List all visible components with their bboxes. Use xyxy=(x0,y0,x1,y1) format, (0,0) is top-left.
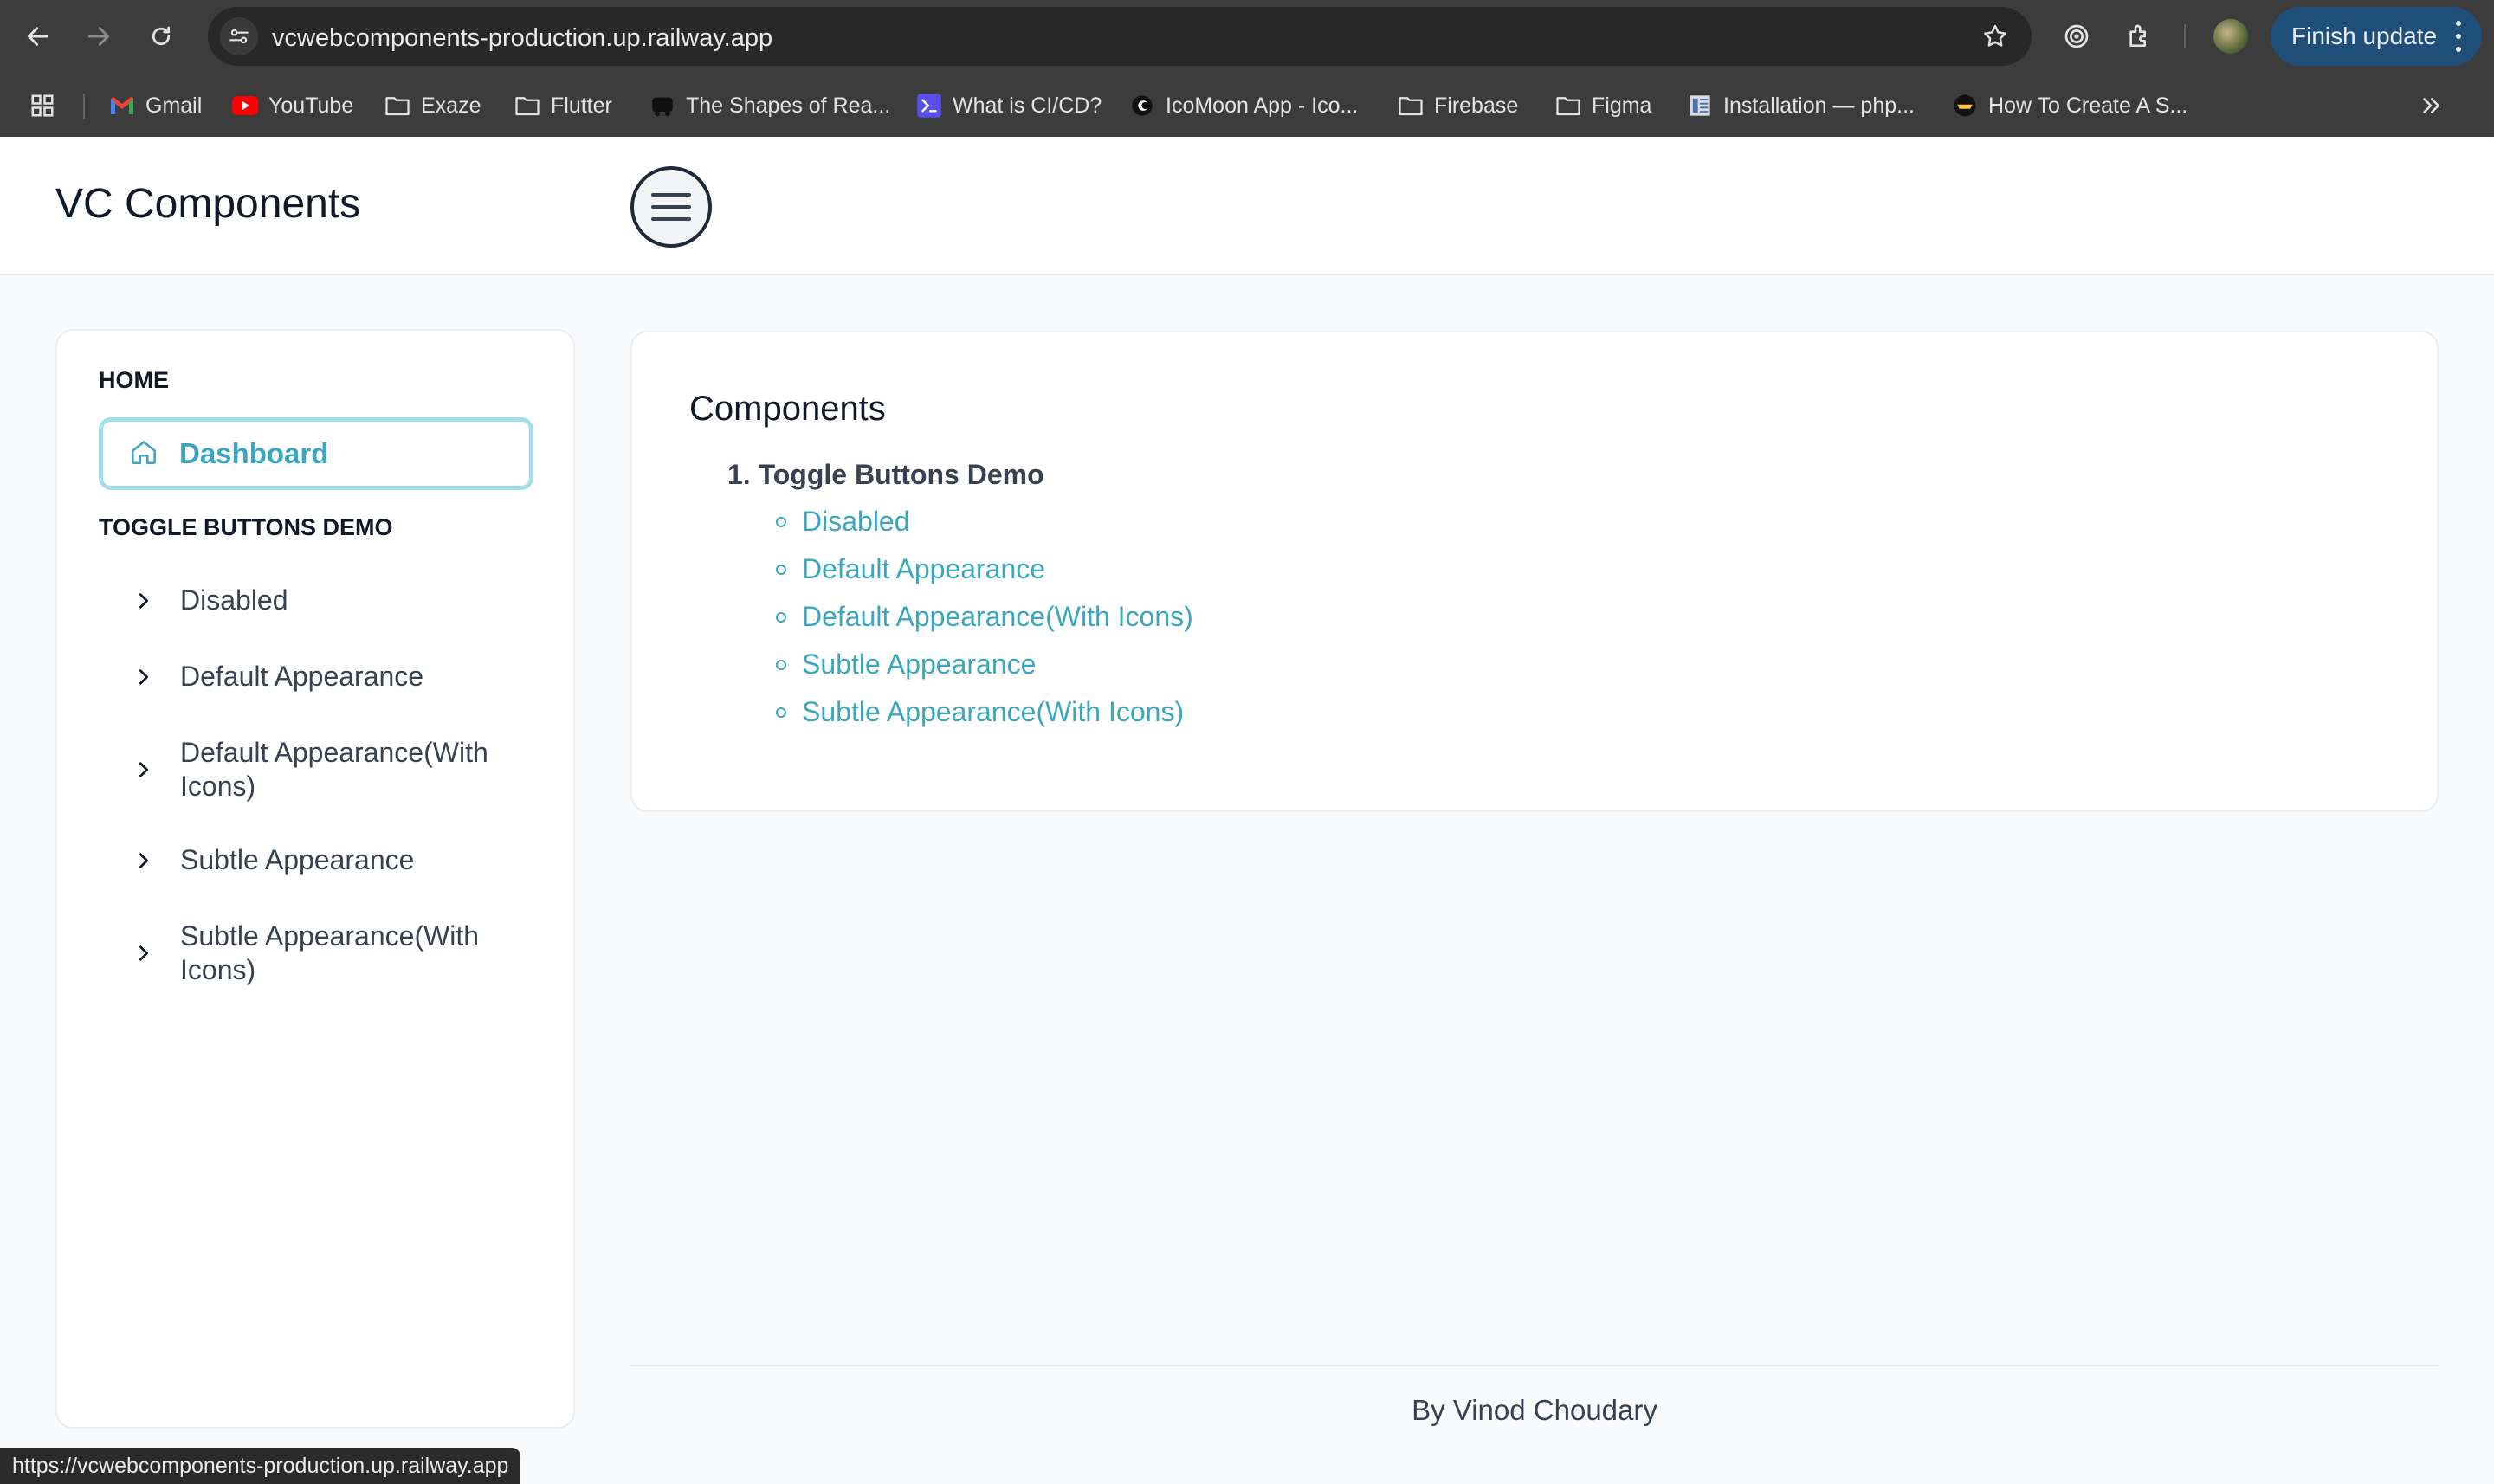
bookmark-label: The Shapes of Rea... xyxy=(686,93,891,118)
folder-icon xyxy=(1555,93,1581,119)
site-icon xyxy=(1952,93,1978,119)
reload-icon[interactable] xyxy=(142,17,180,55)
folder-icon xyxy=(384,93,410,119)
footer-credit: By Vinod Choudary xyxy=(1412,1394,1657,1426)
bullet-icon xyxy=(776,612,786,623)
profile-avatar[interactable] xyxy=(2213,19,2248,54)
bullet-icon xyxy=(776,517,786,527)
link-label: Default Appearance(With Icons) xyxy=(802,601,1193,632)
link-default-appearance[interactable]: Default Appearance xyxy=(776,553,1046,585)
doc-icon xyxy=(1687,93,1713,119)
bookmark-label: Exaze xyxy=(421,93,481,118)
extensions-icon[interactable] xyxy=(2120,17,2158,55)
bookmark-how-to[interactable]: How To Create A S... xyxy=(1952,90,2187,121)
components-card: Components 1. Toggle Buttons Demo Disabl… xyxy=(630,331,2439,812)
gmail-icon xyxy=(109,93,135,119)
bookmarks-bar: Gmail YouTube Exaze Flutter The Shapes o… xyxy=(0,73,2494,137)
page-title: Components xyxy=(689,390,886,428)
bookmark-label: What is CI/CD? xyxy=(953,93,1102,118)
apps-icon[interactable] xyxy=(29,90,55,121)
bullet-icon xyxy=(776,660,786,670)
bookmark-label: Figma xyxy=(1592,93,1652,118)
bullet-icon xyxy=(776,565,786,575)
bookmark-figma[interactable]: Figma xyxy=(1555,90,1651,121)
sidebar-item-dashboard[interactable]: Dashboard xyxy=(99,417,533,490)
finish-update-button[interactable]: Finish update xyxy=(2271,7,2482,66)
link-subtle-appearance-icons[interactable]: Subtle Appearance(With Icons) xyxy=(776,696,1185,728)
lens-icon[interactable] xyxy=(2058,17,2096,55)
more-bookmarks-icon[interactable] xyxy=(2418,90,2444,121)
bookmark-icomoon[interactable]: IcoMoon App - Ico... xyxy=(1129,90,1358,121)
link-default-appearance-icons[interactable]: Default Appearance(With Icons) xyxy=(776,601,1193,633)
address-bar[interactable]: vcwebcomponents-production.up.railway.ap… xyxy=(208,7,2032,66)
link-label: Subtle Appearance xyxy=(802,648,1037,680)
folder-icon xyxy=(514,93,540,119)
bookmark-star-icon[interactable] xyxy=(1978,19,2013,54)
bookmark-label: How To Create A S... xyxy=(1988,93,2188,118)
sidebar-item-label: Default Appearance xyxy=(180,661,424,692)
bookmark-firebase[interactable]: Firebase xyxy=(1398,90,1518,121)
icomoon-icon xyxy=(1129,93,1155,119)
sidebar-item-label: Disabled xyxy=(180,584,288,616)
bookmark-shapes[interactable]: The Shapes of Rea... xyxy=(649,90,890,121)
bookmark-gmail[interactable]: Gmail xyxy=(109,90,202,121)
youtube-icon xyxy=(232,93,258,119)
sidebar-item-label: Subtle Appearance(With Icons) xyxy=(180,920,480,985)
site-info-icon[interactable] xyxy=(220,17,258,55)
finish-update-label: Finish update xyxy=(2291,23,2438,49)
bookmark-youtube[interactable]: YouTube xyxy=(232,90,353,121)
chevron-right-icon xyxy=(133,850,154,871)
folder-icon xyxy=(1398,93,1424,119)
url-text: vcwebcomponents-production.up.railway.ap… xyxy=(272,24,773,52)
chevron-right-icon xyxy=(133,943,154,964)
link-label: Subtle Appearance(With Icons) xyxy=(802,696,1185,727)
bookmark-flutter[interactable]: Flutter xyxy=(514,90,612,121)
bookmark-exaze[interactable]: Exaze xyxy=(384,90,481,121)
site-brand[interactable]: VC Components xyxy=(55,180,360,228)
sidebar-item-default-appearance-icons[interactable]: Default Appearance(With Icons) xyxy=(133,736,532,803)
sidebar-item-label: Subtle Appearance xyxy=(180,844,415,875)
link-label: Disabled xyxy=(802,506,910,537)
sidebar-item-subtle-appearance-icons[interactable]: Subtle Appearance(With Icons) xyxy=(133,919,532,987)
forward-icon[interactable] xyxy=(80,17,118,55)
menu-toggle-button[interactable] xyxy=(630,166,712,248)
bookmark-label: Flutter xyxy=(551,93,612,118)
sidebar-section-home: HOME xyxy=(99,367,169,393)
chevron-right-icon xyxy=(133,590,154,611)
bookmark-label: YouTube xyxy=(268,93,354,118)
sidebar-item-label: Dashboard xyxy=(179,437,329,469)
bookmark-label: Firebase xyxy=(1434,93,1519,118)
sidebar-section-toggle-demo: TOGGLE BUTTONS DEMO xyxy=(99,514,393,540)
back-icon[interactable] xyxy=(19,17,57,55)
sidebar-item-label: Default Appearance(With Icons) xyxy=(180,737,488,802)
chevron-right-icon xyxy=(133,759,154,780)
bookmark-installation[interactable]: Installation — php... xyxy=(1687,90,1915,121)
more-menu-icon[interactable] xyxy=(2456,21,2461,52)
sidebar: HOME Dashboard TOGGLE BUTTONS DEMO Disab… xyxy=(55,329,575,1429)
link-label: Default Appearance xyxy=(802,553,1046,584)
hamburger-icon xyxy=(651,193,691,197)
bookmark-label: Installation — php... xyxy=(1723,93,1915,118)
site-icon xyxy=(649,93,675,119)
link-disabled[interactable]: Disabled xyxy=(776,506,910,538)
footer-divider xyxy=(630,1365,2439,1366)
status-bar-url: https://vcwebcomponents-production.up.ra… xyxy=(0,1448,521,1484)
browser-toolbar: vcwebcomponents-production.up.railway.ap… xyxy=(0,0,2494,73)
bookmark-label: IcoMoon App - Ico... xyxy=(1166,93,1359,118)
toolbar-divider xyxy=(2184,24,2186,48)
site-header: VC Components xyxy=(0,137,2494,275)
chevron-right-icon xyxy=(133,667,154,687)
terminal-icon xyxy=(916,93,942,119)
sidebar-item-disabled[interactable]: Disabled xyxy=(133,584,540,617)
home-icon xyxy=(129,437,158,471)
bookmark-label: Gmail xyxy=(145,93,203,118)
bullet-icon xyxy=(776,707,786,718)
sidebar-item-default-appearance[interactable]: Default Appearance xyxy=(133,660,540,694)
bookmarks-divider xyxy=(83,94,85,119)
bookmark-cicd[interactable]: What is CI/CD? xyxy=(916,90,1102,121)
link-subtle-appearance[interactable]: Subtle Appearance xyxy=(776,648,1037,681)
sidebar-item-subtle-appearance[interactable]: Subtle Appearance xyxy=(133,843,540,877)
list-item-toggle-demo: 1. Toggle Buttons Demo xyxy=(727,459,1044,490)
